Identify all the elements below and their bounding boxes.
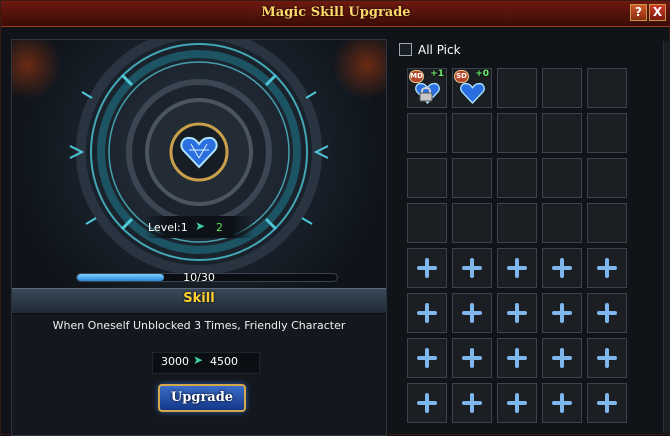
add-slot-button[interactable] bbox=[407, 383, 447, 423]
plus-icon bbox=[462, 348, 482, 368]
material-slot-empty[interactable] bbox=[587, 113, 627, 153]
help-button[interactable]: ? bbox=[630, 4, 647, 21]
material-slot-empty[interactable] bbox=[452, 113, 492, 153]
add-slot-button[interactable] bbox=[497, 383, 537, 423]
close-button[interactable]: X bbox=[649, 4, 666, 21]
plus-icon bbox=[507, 258, 527, 278]
add-slot-button[interactable] bbox=[452, 338, 492, 378]
scrollbar[interactable] bbox=[663, 41, 670, 433]
material-slot-empty[interactable] bbox=[497, 113, 537, 153]
add-slot-button[interactable] bbox=[587, 293, 627, 333]
add-slot-button[interactable] bbox=[542, 338, 582, 378]
plus-icon bbox=[552, 348, 572, 368]
plus-icon bbox=[597, 303, 617, 323]
plus-icon bbox=[597, 258, 617, 278]
add-slot-button[interactable] bbox=[497, 293, 537, 333]
progress-text: 10/30 bbox=[183, 271, 215, 284]
add-slot-button[interactable] bbox=[542, 248, 582, 288]
cost-next: 4500 bbox=[210, 355, 238, 368]
material-panel: All Pick MD +1 SD +0 bbox=[396, 39, 636, 436]
plus-icon bbox=[417, 258, 437, 278]
add-slot-button[interactable] bbox=[587, 338, 627, 378]
plus-icon bbox=[417, 348, 437, 368]
material-slot-empty[interactable] bbox=[542, 68, 582, 108]
window-title: Magic Skill Upgrade bbox=[261, 5, 411, 20]
upgrade-button[interactable]: Upgrade bbox=[158, 384, 246, 412]
skill-panel: Level:1 ➤ 2 10/30 Skill When Oneself Unb… bbox=[11, 39, 387, 436]
plus-icon bbox=[597, 348, 617, 368]
add-slot-button[interactable] bbox=[587, 248, 627, 288]
plus-icon bbox=[462, 393, 482, 413]
add-slot-button[interactable] bbox=[452, 248, 492, 288]
all-pick-label: All Pick bbox=[418, 43, 461, 57]
magic-skill-upgrade-window: Magic Skill Upgrade ? X Level:1 ➤ 2 10/3… bbox=[0, 0, 670, 436]
arrow-right-icon: ➤ bbox=[195, 219, 206, 233]
add-slot-button[interactable] bbox=[452, 383, 492, 423]
material-slot-empty[interactable] bbox=[407, 158, 447, 198]
blue-crystal-heart-icon bbox=[460, 82, 485, 104]
plus-icon bbox=[552, 393, 572, 413]
add-slot-button[interactable] bbox=[407, 248, 447, 288]
material-slot-empty[interactable] bbox=[497, 158, 537, 198]
add-slot-button[interactable] bbox=[452, 293, 492, 333]
add-slot-button[interactable] bbox=[497, 338, 537, 378]
arrow-right-icon: ➤ bbox=[193, 353, 204, 367]
lock-icon bbox=[419, 87, 433, 102]
add-slot-button[interactable] bbox=[587, 383, 627, 423]
add-slot-button[interactable] bbox=[542, 383, 582, 423]
material-slot-empty[interactable] bbox=[587, 203, 627, 243]
cost-current: 3000 bbox=[161, 355, 189, 368]
plus-icon bbox=[552, 258, 572, 278]
skill-description: When Oneself Unblocked 3 Times, Friendly… bbox=[52, 319, 346, 332]
material-slot-empty[interactable] bbox=[497, 203, 537, 243]
add-slot-button[interactable] bbox=[407, 293, 447, 333]
plus-icon bbox=[462, 258, 482, 278]
material-slot-empty[interactable] bbox=[587, 68, 627, 108]
plus-icon bbox=[597, 393, 617, 413]
material-slot-empty[interactable] bbox=[407, 113, 447, 153]
next-level-value: 2 bbox=[216, 221, 223, 234]
plus-icon bbox=[552, 303, 572, 323]
add-slot-button[interactable] bbox=[542, 293, 582, 333]
plus-icon bbox=[417, 393, 437, 413]
plus-icon bbox=[507, 393, 527, 413]
material-slot-empty[interactable] bbox=[542, 203, 582, 243]
material-slot-empty[interactable] bbox=[452, 158, 492, 198]
skill-name: Skill bbox=[183, 291, 215, 306]
all-pick-checkbox[interactable] bbox=[399, 43, 412, 56]
item-count: +1 bbox=[430, 69, 444, 79]
current-level-label: Level:1 bbox=[148, 221, 188, 234]
material-slot-empty[interactable] bbox=[407, 203, 447, 243]
material-slot-item[interactable]: SD +0 bbox=[452, 68, 492, 108]
material-slot-empty[interactable] bbox=[587, 158, 627, 198]
skill-emblem-artwork: Level:1 ➤ 2 bbox=[12, 40, 386, 290]
add-slot-button[interactable] bbox=[497, 248, 537, 288]
material-slot-empty[interactable] bbox=[497, 68, 537, 108]
plus-icon bbox=[462, 303, 482, 323]
add-slot-button[interactable] bbox=[407, 338, 447, 378]
material-slot-item[interactable]: MD +1 bbox=[407, 68, 447, 108]
item-count: +0 bbox=[475, 69, 489, 79]
plus-icon bbox=[417, 303, 437, 323]
plus-icon bbox=[507, 303, 527, 323]
plus-icon bbox=[507, 348, 527, 368]
material-slot-empty[interactable] bbox=[452, 203, 492, 243]
material-slot-empty[interactable] bbox=[542, 158, 582, 198]
blue-crystal-heart-icon bbox=[180, 136, 218, 169]
material-slot-empty[interactable] bbox=[542, 113, 582, 153]
title-bar[interactable]: Magic Skill Upgrade ? X bbox=[1, 1, 670, 27]
